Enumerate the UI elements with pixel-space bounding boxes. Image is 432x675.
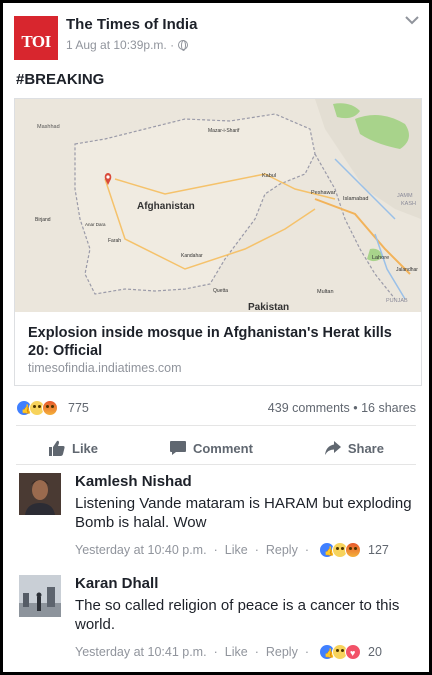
- comment-meta: Yesterday at 10:41 p.m. · Like · Reply ·…: [75, 644, 419, 660]
- comment-text: Listening Vande mataram is HARAM but exp…: [75, 495, 412, 531]
- map-label-pakistan: Pakistan: [248, 302, 289, 312]
- post-header: TOI The Times of India 1 Aug at 10:39p.m…: [13, 13, 419, 63]
- map-label-mazar: Mazar-i-Sharif: [208, 128, 240, 134]
- post-actions: Like Comment Share: [16, 433, 416, 463]
- thumbs-up-icon: [49, 440, 65, 456]
- reactions-count[interactable]: 775: [68, 401, 89, 415]
- map-label-anar-dara: Anar Dara: [85, 222, 106, 227]
- map-label-kabul: Kabul: [262, 173, 276, 179]
- avatar[interactable]: [19, 473, 61, 515]
- map-label-multan: Multan: [317, 289, 334, 295]
- comment-time[interactable]: Yesterday at 10:41 p.m.: [75, 645, 207, 659]
- like-button[interactable]: Like: [16, 433, 130, 463]
- map-label-lahore: Lahore: [372, 255, 389, 261]
- love-reaction-icon: ♥: [345, 644, 361, 660]
- comment-reaction-icons[interactable]: 👍 ♥: [319, 644, 361, 660]
- separator: ·: [304, 645, 309, 659]
- post-meta: 1 Aug at 10:39p.m. ·: [66, 38, 189, 52]
- map-label-quetta: Quetta: [213, 288, 228, 294]
- share-label: Share: [347, 440, 384, 456]
- comment-like-link[interactable]: Like: [225, 543, 248, 557]
- angry-reaction-icon: [42, 400, 58, 416]
- comment-reply-link[interactable]: Reply: [266, 543, 298, 557]
- comment-button[interactable]: Comment: [137, 433, 285, 463]
- map-label-farah: Farah: [108, 238, 121, 244]
- page-name[interactable]: The Times of India: [66, 16, 197, 33]
- page-logo[interactable]: TOI: [14, 16, 58, 60]
- link-title[interactable]: Explosion inside mosque in Afghanistan's…: [28, 324, 414, 360]
- map-label-kashmir: KASH: [401, 201, 416, 207]
- post-text: #BREAKING: [16, 71, 105, 88]
- map-label-jalandhar: Jalandhar: [396, 267, 418, 273]
- divider: [16, 425, 416, 426]
- comment-meta: Yesterday at 10:40 p.m. · Like · Reply ·…: [75, 542, 419, 558]
- comment-like-link[interactable]: Like: [225, 645, 248, 659]
- separator: ·: [304, 543, 309, 557]
- like-label: Like: [72, 440, 99, 456]
- map-label-islamabad: Islamabad: [343, 196, 368, 202]
- post-stats: 👍 775 439 comments • 16 shares: [16, 399, 416, 419]
- angry-reaction-icon: [345, 542, 361, 558]
- link-preview-card[interactable]: Mashhad Afghanistan Pakistan Kabul Pesha…: [14, 98, 422, 386]
- separator: ·: [254, 543, 259, 557]
- post-timestamp[interactable]: 1 Aug at 10:39p.m. ·: [66, 38, 174, 52]
- globe-icon: [178, 40, 189, 51]
- map-label-mashhad: Mashhad: [37, 124, 60, 130]
- share-button[interactable]: Share: [292, 433, 416, 463]
- comment-reply-link[interactable]: Reply: [266, 645, 298, 659]
- facebook-post: TOI The Times of India 1 Aug at 10:39p.m…: [0, 0, 432, 675]
- commenter-name[interactable]: Karan Dhall: [75, 575, 419, 593]
- map-graphic: Mashhad Afghanistan Pakistan Kabul Pesha…: [15, 99, 421, 312]
- comment-label: Comment: [192, 440, 253, 456]
- map-label-kandahar: Kandahar: [181, 253, 203, 259]
- map-image: Mashhad Afghanistan Pakistan Kabul Pesha…: [15, 99, 421, 312]
- separator: ·: [213, 543, 218, 557]
- comment-icon: [169, 441, 186, 455]
- map-label-punjab: PUNJAB: [386, 298, 408, 304]
- comments-shares-count[interactable]: 439 comments • 16 shares: [268, 401, 416, 415]
- comment-body: Kamlesh Nishad Listening Vande mataram i…: [75, 473, 419, 558]
- comment-reaction-count[interactable]: 127: [368, 543, 389, 557]
- commenter-name[interactable]: Kamlesh Nishad: [75, 473, 419, 491]
- comment-text: The so called religion of peace is a can…: [75, 597, 400, 633]
- comment-reaction-icons[interactable]: 👍: [319, 542, 361, 558]
- divider: [16, 464, 416, 465]
- separator: ·: [213, 645, 218, 659]
- chevron-down-icon[interactable]: [405, 15, 419, 25]
- map-label-afghanistan: Afghanistan: [137, 201, 195, 212]
- reaction-icons[interactable]: 👍: [16, 400, 58, 416]
- comment-reaction-count[interactable]: 20: [368, 645, 382, 659]
- logo-text: TOI: [21, 32, 51, 51]
- share-arrow-icon: [324, 441, 341, 455]
- avatar[interactable]: [19, 575, 61, 617]
- map-label-jammu: JAMM: [397, 193, 413, 199]
- map-label-birjand: Birjand: [35, 217, 51, 223]
- link-domain: timesofindia.indiatimes.com: [28, 361, 182, 375]
- comment-body: Karan Dhall The so called religion of pe…: [75, 575, 419, 660]
- separator: ·: [254, 645, 259, 659]
- map-label-peshawar: Peshawar: [311, 190, 336, 196]
- comment-time[interactable]: Yesterday at 10:40 p.m.: [75, 543, 207, 557]
